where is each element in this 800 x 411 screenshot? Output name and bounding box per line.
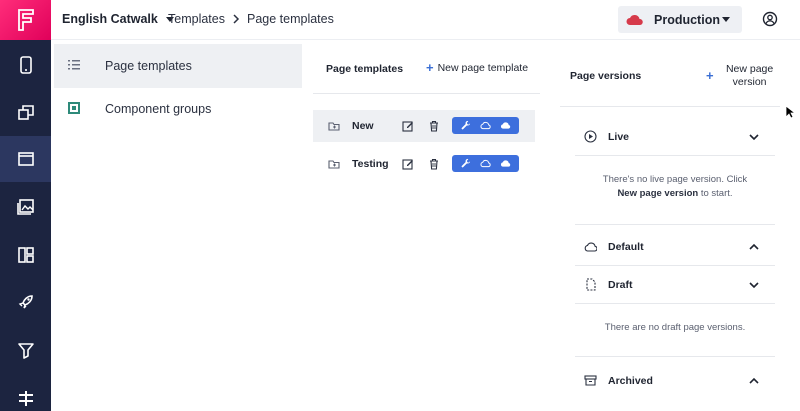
plus-icon: + (706, 68, 714, 83)
page-templates-title: Page templates (326, 63, 404, 75)
sidebar-item-label: Page templates (105, 59, 192, 73)
archive-box-icon (584, 375, 597, 386)
chevron-right-icon (233, 14, 240, 24)
trash-icon[interactable] (428, 120, 440, 132)
page-templates-panel: Page templates + New page template New T… (313, 40, 540, 411)
filter-icon[interactable] (0, 327, 51, 373)
rocket-icon[interactable] (0, 279, 51, 325)
flotiq-logo-icon[interactable] (0, 0, 51, 40)
cloud-icon (626, 14, 643, 25)
table-row[interactable]: Testing (313, 148, 535, 180)
project-name: English Catwalk (62, 12, 158, 26)
section-label: Draft (608, 279, 633, 291)
cloud-filled-icon[interactable] (500, 120, 511, 131)
section-default[interactable]: Default (575, 228, 775, 266)
folder-icon (328, 160, 340, 169)
caret-down-icon (722, 17, 730, 22)
section-live[interactable]: Live (575, 118, 775, 156)
new-page-version-link[interactable]: New page version (617, 188, 698, 199)
section-label: Archived (608, 375, 653, 387)
breadcrumb-templates[interactable]: Templates (168, 12, 225, 26)
template-actions-group (452, 155, 519, 172)
wrench-icon[interactable] (460, 158, 471, 169)
template-name[interactable]: New (352, 120, 374, 132)
edit-icon[interactable] (402, 158, 414, 170)
dashboard-icon[interactable] (0, 232, 51, 278)
cloud-icon (584, 242, 597, 252)
cloud-filled-icon[interactable] (500, 158, 511, 169)
cloud-outline-icon[interactable] (480, 158, 491, 169)
folder-icon (328, 122, 340, 131)
draft-file-icon (586, 278, 596, 291)
template-name[interactable]: Testing (352, 158, 389, 170)
edit-icon[interactable] (402, 120, 414, 132)
plugins-icon[interactable] (0, 375, 51, 411)
breadcrumb-page-templates: Page templates (246, 12, 334, 26)
gallery-icon[interactable] (0, 184, 51, 230)
new-page-template-button[interactable]: + New page template (426, 60, 529, 75)
environment-selector[interactable]: Production (618, 6, 742, 33)
page-versions-title: Page versions (570, 70, 642, 82)
table-row[interactable]: New (313, 110, 535, 142)
divider (575, 356, 775, 357)
chevron-up-icon[interactable] (748, 375, 760, 387)
section-draft[interactable]: Draft (575, 266, 775, 304)
cloud-outline-icon[interactable] (480, 120, 491, 131)
play-circle-icon (584, 130, 597, 143)
window-icon[interactable] (0, 136, 51, 182)
device-icon[interactable] (0, 42, 51, 88)
user-profile-icon[interactable] (762, 11, 778, 27)
sidebar-item-label: Component groups (105, 102, 212, 116)
draft-empty-message: There are no draft page versions. (604, 322, 746, 333)
wrench-icon[interactable] (460, 120, 471, 131)
live-empty-text: There's no live page version. Click (602, 174, 748, 185)
chevron-down-icon[interactable] (748, 279, 760, 291)
page-templates-header: Page templates + New page template (313, 40, 540, 94)
sidebar-item-component-groups[interactable]: Component groups (54, 87, 302, 131)
square-icon (68, 102, 80, 114)
sidebar-item-page-templates[interactable]: Page templates (54, 44, 302, 88)
breadcrumb: Templates Page templates (168, 12, 334, 26)
live-empty-suffix: to start. (700, 188, 733, 199)
left-rail (0, 0, 51, 411)
environment-label: Production (654, 12, 720, 27)
section-label: Default (608, 241, 644, 253)
chevron-down-icon[interactable] (748, 131, 760, 143)
new-page-version-button[interactable]: + New page version (706, 63, 780, 89)
page-versions-panel: Page versions + New page version Live Th… (560, 40, 780, 411)
chevron-up-icon[interactable] (748, 241, 760, 253)
page-versions-header: Page versions + New page version (560, 40, 780, 107)
layers-icon[interactable] (0, 89, 51, 135)
list-icon (68, 60, 80, 70)
section-archived[interactable]: Archived (575, 362, 775, 400)
mouse-cursor-icon (785, 105, 795, 119)
plus-icon: + (426, 60, 434, 75)
new-page-version-label: New page version (725, 63, 774, 88)
section-label: Live (608, 131, 630, 143)
divider (575, 224, 775, 225)
new-page-template-label: New page template (437, 62, 529, 74)
templates-sidebar: Page templates Component groups (51, 40, 303, 411)
trash-icon[interactable] (428, 158, 440, 170)
live-empty-message: There's no live page version. Click New … (575, 173, 775, 201)
template-actions-group (452, 117, 519, 134)
project-selector[interactable]: English Catwalk (62, 12, 174, 26)
top-bar: English Catwalk Templates Page templates… (51, 0, 800, 40)
